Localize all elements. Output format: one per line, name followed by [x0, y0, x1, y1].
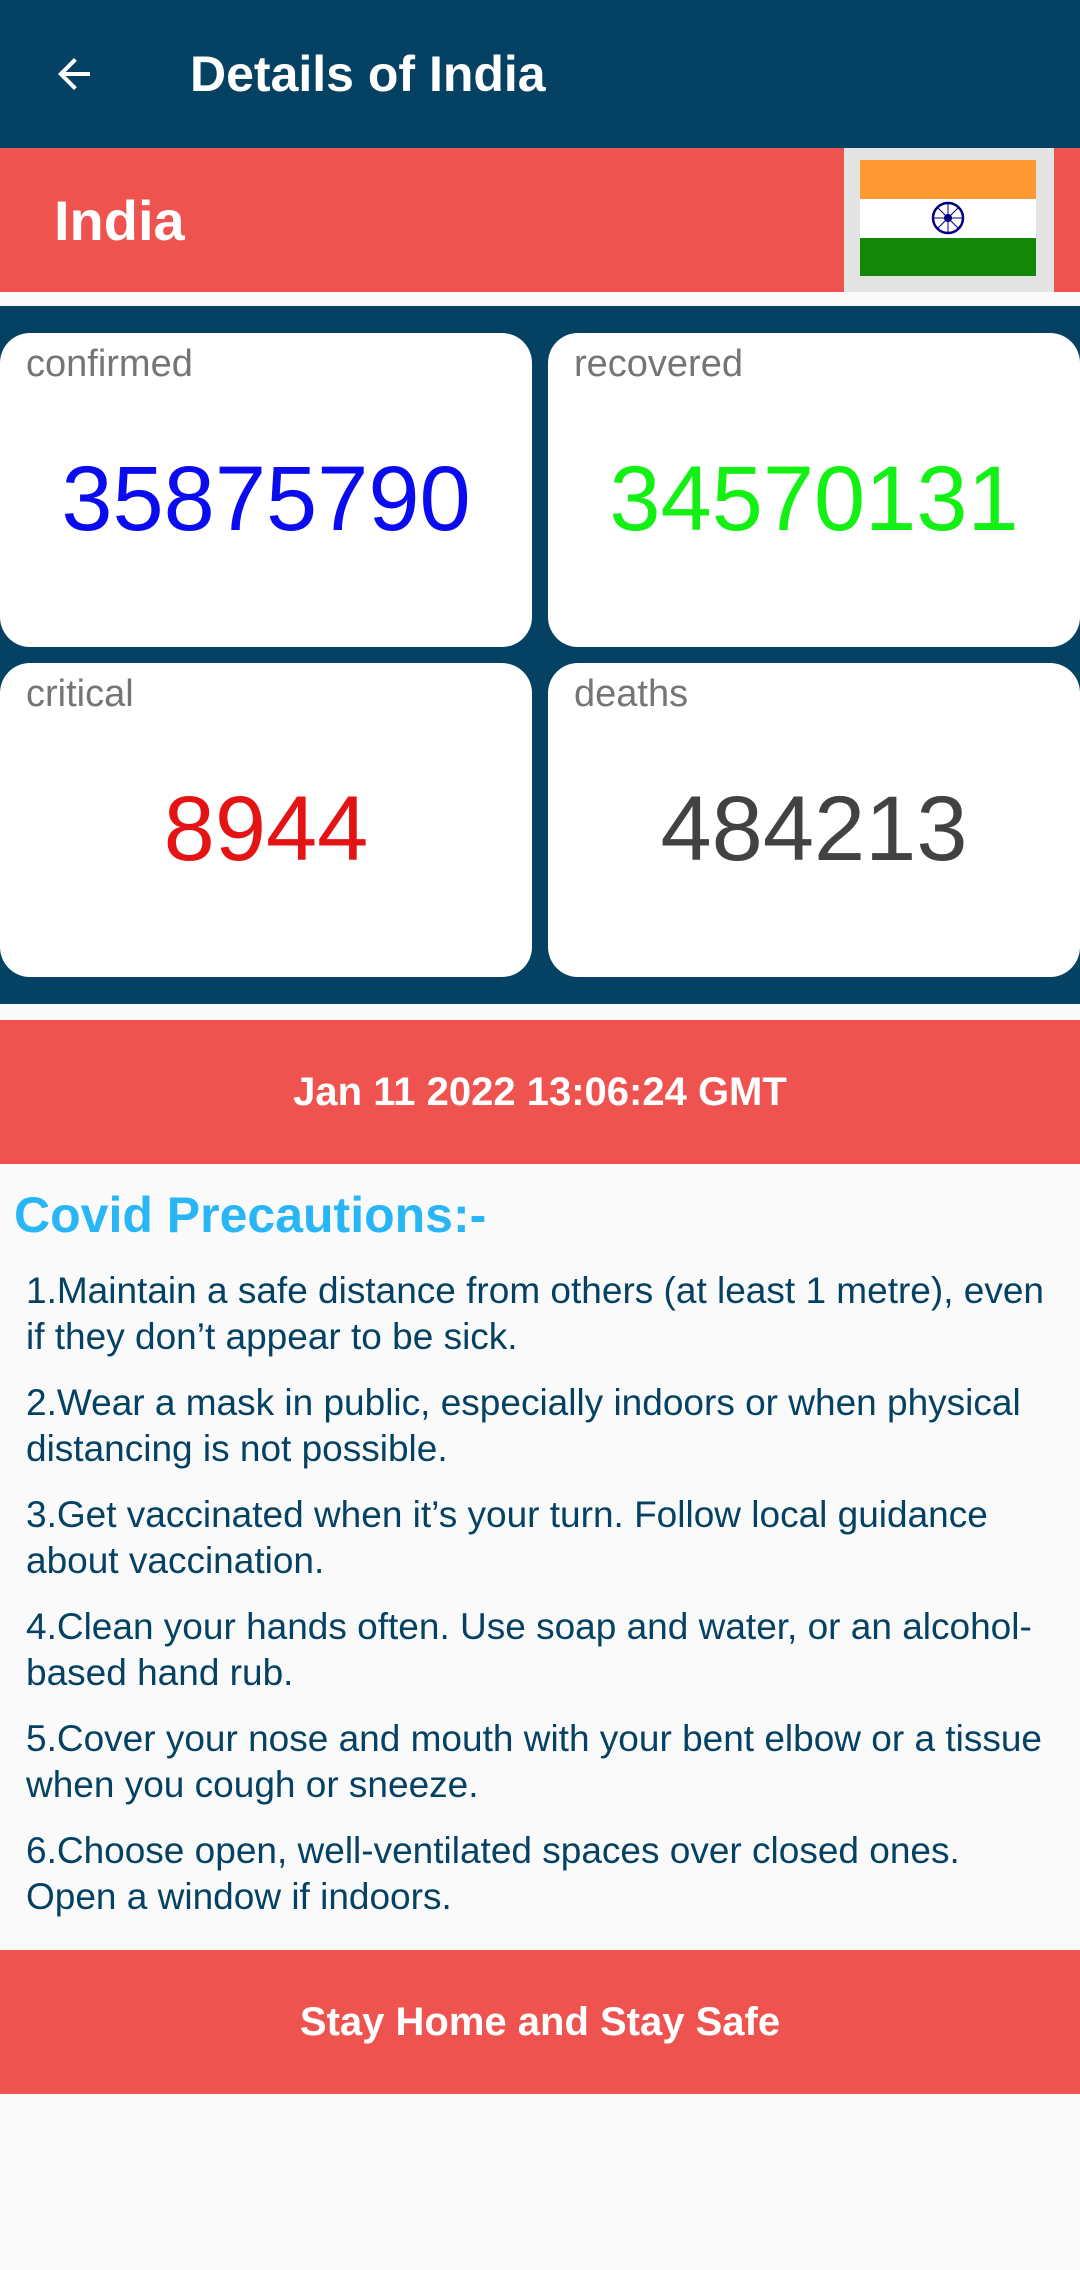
country-name: India	[54, 188, 185, 252]
confirmed-value: 35875790	[61, 448, 471, 550]
critical-card: critical 8944	[0, 663, 532, 977]
precaution-item: 4.Clean your hands often. Use soap and w…	[26, 1606, 1032, 1693]
confirmed-card: confirmed 35875790	[0, 333, 532, 647]
precaution-item: 1.Maintain a safe distance from others (…	[26, 1270, 1044, 1357]
back-button[interactable]	[40, 34, 108, 114]
recovered-label: recovered	[574, 343, 743, 385]
precautions-list: 1.Maintain a safe distance from others (…	[26, 1268, 1056, 1940]
precautions-title: Covid Precautions:-	[14, 1187, 487, 1243]
precaution-item: 5.Cover your nose and mouth with your be…	[26, 1718, 1043, 1805]
india-flag-icon	[860, 160, 1036, 276]
critical-label: critical	[26, 673, 134, 715]
precaution-item: 6.Choose open, well-ventilated spaces ov…	[26, 1830, 960, 1917]
recovered-card: recovered 34570131	[548, 333, 1080, 647]
app-bar: Details of India	[0, 0, 1080, 148]
last-updated-timestamp: Jan 11 2022 13:06:24 GMT	[0, 1020, 1080, 1164]
recovered-value: 34570131	[609, 448, 1019, 550]
page-title: Details of India	[190, 46, 546, 102]
arrow-left-icon	[58, 58, 90, 90]
confirmed-label: confirmed	[26, 343, 193, 385]
precaution-item: 2.Wear a mask in public, especially indo…	[26, 1382, 1021, 1469]
precaution-item: 3.Get vaccinated when it’s your turn. Fo…	[26, 1494, 988, 1581]
deaths-card: deaths 484213	[548, 663, 1080, 977]
deaths-label: deaths	[574, 673, 689, 715]
critical-value: 8944	[163, 778, 369, 880]
deaths-value: 484213	[660, 778, 968, 880]
stay-safe-banner: Stay Home and Stay Safe	[0, 1950, 1080, 2094]
